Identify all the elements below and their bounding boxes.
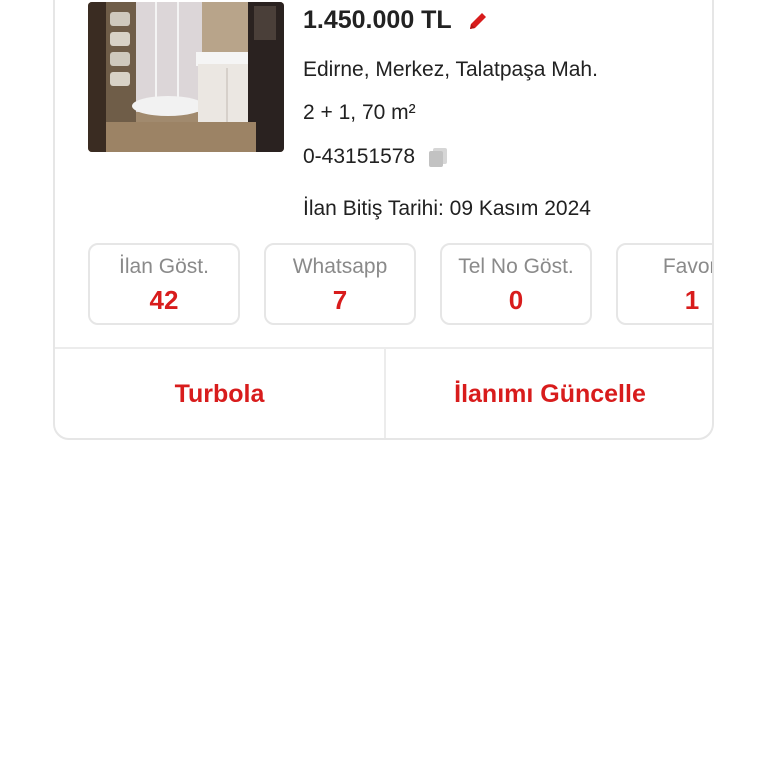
copy-icon[interactable] [427,146,449,168]
stat-label: Favori [662,255,712,278]
stat-value: 0 [508,285,524,315]
stat-value: 42 [149,285,179,315]
listing-card: 1.450.000 TL Edirne, Merkez, Talatpaşa M… [53,0,714,440]
stat-favorites[interactable]: Favori 1 [616,243,712,325]
listing-id-row: 0-43151578 [303,145,449,169]
stat-label: İlan Göst. [119,255,209,278]
stats-row: İlan Göst. 42 Whatsapp 7 Tel No Göst. 0 … [88,243,712,329]
turbo-button[interactable]: Turbola [55,349,384,438]
listing-photo[interactable] [88,2,284,152]
stat-label: Tel No Göst. [458,255,574,278]
stat-phone-views[interactable]: Tel No Göst. 0 [440,243,592,325]
listing-rooms-area: 2 + 1, 70 m² [303,101,416,124]
stat-value: 7 [332,285,348,315]
listing-end-date: İlan Bitiş Tarihi: 09 Kasım 2024 [303,197,591,220]
bathroom-photo-image [88,2,284,152]
stat-whatsapp[interactable]: Whatsapp 7 [264,243,416,325]
stat-value: 1 [684,285,700,315]
stat-label: Whatsapp [292,255,388,278]
stat-views[interactable]: İlan Göst. 42 [88,243,240,325]
listing-id: 0-43151578 [303,145,416,168]
price-row: 1.450.000 TL [303,6,490,35]
listing-price: 1.450.000 TL [303,6,452,34]
update-listing-button[interactable]: İlanımı Güncelle [386,349,712,438]
pencil-icon[interactable] [466,9,490,33]
listing-location: Edirne, Merkez, Talatpaşa Mah. [303,58,598,81]
